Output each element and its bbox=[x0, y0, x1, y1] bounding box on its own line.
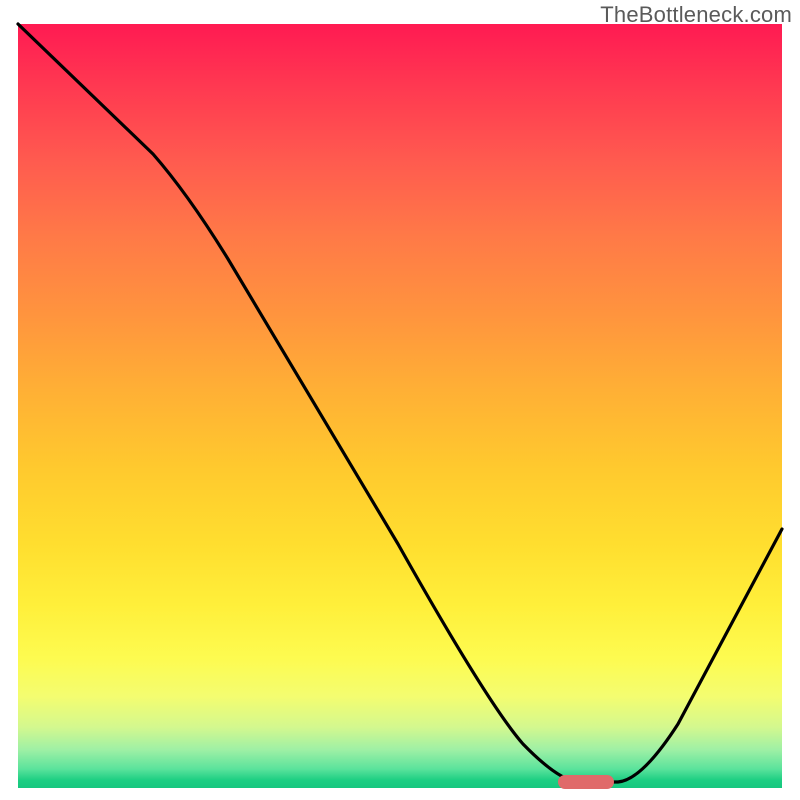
curve-svg bbox=[18, 24, 782, 788]
plot-area bbox=[18, 24, 782, 788]
chart-frame: TheBottleneck.com bbox=[0, 0, 800, 800]
watermark-label: TheBottleneck.com bbox=[600, 2, 792, 28]
optimal-range-marker bbox=[558, 775, 614, 789]
bottleneck-curve bbox=[18, 24, 782, 782]
